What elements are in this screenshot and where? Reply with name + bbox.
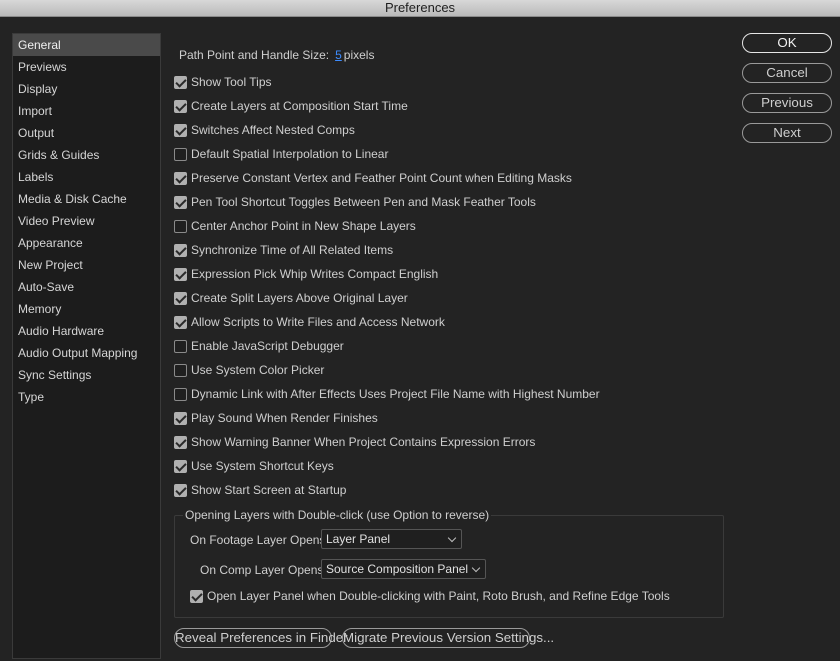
sidebar-item-auto-save[interactable]: Auto-Save <box>13 276 160 298</box>
previous-button[interactable]: Previous <box>742 93 832 113</box>
cancel-button[interactable]: Cancel <box>742 63 832 83</box>
option-label: Center Anchor Point in New Shape Layers <box>191 219 416 233</box>
option-label: Play Sound When Render Finishes <box>191 411 378 425</box>
option-checkbox[interactable] <box>174 483 187 497</box>
option-row[interactable]: Pen Tool Shortcut Toggles Between Pen an… <box>174 193 536 211</box>
option-checkbox[interactable] <box>174 123 187 137</box>
option-label: Expression Pick Whip Writes Compact Engl… <box>191 267 439 281</box>
path-point-label: Path Point and Handle Size: <box>179 48 330 62</box>
option-row[interactable]: Preserve Constant Vertex and Feather Poi… <box>174 169 572 187</box>
option-row[interactable]: Create Layers at Composition Start Time <box>174 97 408 115</box>
option-checkbox[interactable] <box>174 99 187 113</box>
sidebar-item-labels[interactable]: Labels <box>13 166 160 188</box>
option-label: Show Start Screen at Startup <box>191 483 347 497</box>
sidebar-item-output[interactable]: Output <box>13 122 160 144</box>
next-button[interactable]: Next <box>742 123 832 143</box>
sidebar-item-sync-settings[interactable]: Sync Settings <box>13 364 160 386</box>
sidebar-item-video-preview[interactable]: Video Preview <box>13 210 160 232</box>
option-label: Use System Shortcut Keys <box>191 459 334 473</box>
migrate-settings-button[interactable]: Migrate Previous Version Settings... <box>342 628 554 648</box>
option-checkbox[interactable] <box>174 387 187 401</box>
comp-layer-opens-label: On Comp Layer Opens: <box>200 563 327 577</box>
sidebar-item-new-project[interactable]: New Project <box>13 254 160 276</box>
option-checkbox[interactable] <box>174 267 187 281</box>
comp-layer-opens-select[interactable]: Source Composition Panel <box>321 559 486 579</box>
option-label: Dynamic Link with After Effects Uses Pro… <box>191 387 600 401</box>
window-title: Preferences <box>0 0 840 17</box>
option-label: Show Warning Banner When Project Contain… <box>191 435 536 449</box>
option-checkbox[interactable] <box>174 195 187 209</box>
double-click-group: Opening Layers with Double-click (use Op… <box>174 508 724 618</box>
option-row[interactable]: Allow Scripts to Write Files and Access … <box>174 313 445 331</box>
chevron-down-icon <box>447 533 457 543</box>
option-checkbox[interactable] <box>174 411 187 425</box>
sidebar-item-import[interactable]: Import <box>13 100 160 122</box>
chevron-down-icon <box>471 563 481 573</box>
option-row[interactable]: Center Anchor Point in New Shape Layers <box>174 217 416 235</box>
option-checkbox[interactable] <box>174 459 187 473</box>
sidebar-item-general[interactable]: General <box>13 34 160 56</box>
option-label: Enable JavaScript Debugger <box>191 339 344 353</box>
open-layer-panel-checkbox[interactable] <box>190 589 203 603</box>
option-checkbox[interactable] <box>174 147 187 161</box>
option-label: Show Tool Tips <box>191 75 272 89</box>
option-label: Create Layers at Composition Start Time <box>191 99 408 113</box>
option-row[interactable]: Show Start Screen at Startup <box>174 481 346 499</box>
option-label: Synchronize Time of All Related Items <box>191 243 394 257</box>
path-point-value[interactable]: 5 <box>335 48 342 62</box>
option-label: Create Split Layers Above Original Layer <box>191 291 408 305</box>
option-checkbox[interactable] <box>174 339 187 353</box>
option-checkbox[interactable] <box>174 363 187 377</box>
open-layer-panel-label: Open Layer Panel when Double-clicking wi… <box>207 589 670 603</box>
sidebar-item-appearance[interactable]: Appearance <box>13 232 160 254</box>
path-point-unit: pixels <box>343 48 375 62</box>
option-row[interactable]: Switches Affect Nested Comps <box>174 121 355 139</box>
sidebar-item-grids-guides[interactable]: Grids & Guides <box>13 144 160 166</box>
option-row[interactable]: Enable JavaScript Debugger <box>174 337 344 355</box>
option-checkbox[interactable] <box>174 315 187 329</box>
option-checkbox[interactable] <box>174 171 187 185</box>
option-label: Preserve Constant Vertex and Feather Poi… <box>191 171 572 185</box>
sidebar-item-previews[interactable]: Previews <box>13 56 160 78</box>
reveal-preferences-button[interactable]: Reveal Preferences in Finder <box>174 628 348 648</box>
option-checkbox[interactable] <box>174 75 187 89</box>
sidebar-item-audio-hardware[interactable]: Audio Hardware <box>13 320 160 342</box>
option-label: Switches Affect Nested Comps <box>191 123 355 137</box>
option-row[interactable]: Show Warning Banner When Project Contain… <box>174 433 535 451</box>
option-row[interactable]: Create Split Layers Above Original Layer <box>174 289 408 307</box>
footage-layer-opens-label: On Footage Layer Opens: <box>190 533 329 547</box>
footage-layer-opens-value: Layer Panel <box>326 532 391 546</box>
option-label: Pen Tool Shortcut Toggles Between Pen an… <box>191 195 536 209</box>
option-row[interactable]: Default Spatial Interpolation to Linear <box>174 145 388 163</box>
option-row[interactable]: Use System Shortcut Keys <box>174 457 334 475</box>
option-checkbox[interactable] <box>174 291 187 305</box>
path-point-size-row: Path Point and Handle Size: 5 pixels <box>179 48 374 62</box>
option-label: Allow Scripts to Write Files and Access … <box>191 315 445 329</box>
open-layer-panel-option[interactable]: Open Layer Panel when Double-clicking wi… <box>190 587 670 605</box>
option-label: Use System Color Picker <box>191 363 325 377</box>
sidebar-item-display[interactable]: Display <box>13 78 160 100</box>
ok-button[interactable]: OK <box>742 33 832 53</box>
sidebar-item-media-disk-cache[interactable]: Media & Disk Cache <box>13 188 160 210</box>
option-row[interactable]: Synchronize Time of All Related Items <box>174 241 393 259</box>
double-click-group-title: Opening Layers with Double-click (use Op… <box>183 508 492 522</box>
sidebar-item-audio-output-mapping[interactable]: Audio Output Mapping <box>13 342 160 364</box>
footage-layer-opens-select[interactable]: Layer Panel <box>321 529 462 549</box>
option-row[interactable]: Use System Color Picker <box>174 361 324 379</box>
option-checkbox[interactable] <box>174 243 187 257</box>
option-checkbox[interactable] <box>174 435 187 449</box>
sidebar-item-type[interactable]: Type <box>13 386 160 408</box>
comp-layer-opens-value: Source Composition Panel <box>326 562 469 576</box>
option-row[interactable]: Play Sound When Render Finishes <box>174 409 378 427</box>
preferences-sidebar: General Previews Display Import Output Grids … <box>12 33 161 659</box>
option-row[interactable]: Dynamic Link with After Effects Uses Pro… <box>174 385 600 403</box>
sidebar-item-memory[interactable]: Memory <box>13 298 160 320</box>
option-label: Default Spatial Interpolation to Linear <box>191 147 389 161</box>
option-row[interactable]: Expression Pick Whip Writes Compact Engl… <box>174 265 438 283</box>
option-checkbox[interactable] <box>174 219 187 233</box>
option-row[interactable]: Show Tool Tips <box>174 73 272 91</box>
